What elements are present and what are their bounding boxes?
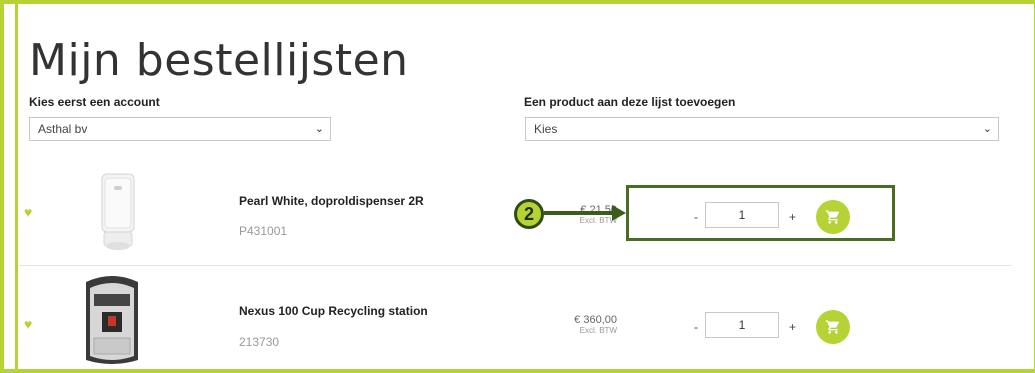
product-price: € 360,00 Excl. BTW: [557, 314, 617, 335]
recycling-station-image: [86, 276, 138, 364]
annotation-step-badge: 2: [514, 199, 544, 229]
quantity-decrease-button[interactable]: -: [694, 320, 698, 334]
annotation-arrow-head: [612, 205, 626, 221]
product-code: P431001: [239, 224, 288, 238]
annotation-highlight-box: [626, 185, 895, 241]
product-image-dispenser[interactable]: [96, 172, 140, 257]
product-image-recycling[interactable]: [80, 272, 144, 373]
row-divider: [18, 265, 1012, 266]
cart-icon: [825, 320, 840, 334]
account-select-value: Asthal bv: [38, 122, 88, 136]
product-code: 213730: [239, 335, 280, 349]
product-name[interactable]: Pearl White, doproldispenser 2R: [239, 194, 424, 208]
price-tax-note: Excl. BTW: [579, 216, 617, 225]
accent-line: [15, 4, 18, 369]
add-product-select[interactable]: Kies ⌄: [525, 117, 999, 141]
chevron-down-icon: ⌄: [314, 123, 324, 135]
quantity-input[interactable]: 1: [705, 312, 779, 338]
add-product-select-value: Kies: [534, 122, 558, 136]
add-product-label: Een product aan deze lijst toevoegen: [524, 95, 736, 109]
add-to-cart-button[interactable]: [816, 310, 850, 344]
page-title: Mijn bestellijsten: [29, 35, 409, 87]
account-select[interactable]: Asthal bv ⌄: [29, 117, 331, 141]
price-value: € 360,00: [574, 314, 617, 326]
annotation-arrow: [544, 211, 614, 215]
chevron-down-icon: ⌄: [982, 123, 992, 135]
favorite-heart-icon[interactable]: ♥: [24, 205, 32, 219]
toilet-roll-dispenser-image: [101, 173, 135, 250]
quantity-increase-button[interactable]: +: [789, 320, 796, 334]
price-tax-note: Excl. BTW: [579, 326, 617, 335]
favorite-heart-icon[interactable]: ♥: [24, 317, 32, 331]
product-name[interactable]: Nexus 100 Cup Recycling station: [239, 304, 428, 318]
account-label: Kies eerst een account: [29, 95, 160, 109]
